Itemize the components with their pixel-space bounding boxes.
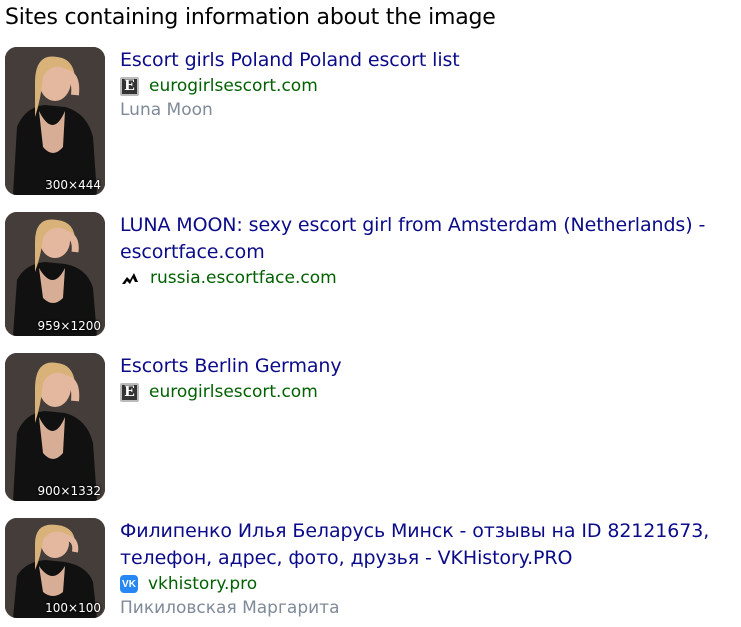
vk-favicon-icon: VK [120,575,138,593]
result-title-link[interactable]: Филипенко Илья Беларусь Минск - отзывы н… [120,518,730,572]
result-title-link[interactable]: Escort girls Poland Poland escort list [120,47,730,74]
eurogirlsescort-favicon-icon: E [120,382,139,402]
result-description: Luna Moon [120,100,213,120]
result-host-link[interactable]: eurogirlsescort.com [149,74,318,98]
result-host-link[interactable]: russia.escortface.com [150,266,337,290]
escortface-favicon-icon [120,268,140,288]
result-description: Пикиловская Маргарита [120,598,340,618]
photo-thumbnail-image [5,353,105,501]
result-thumbnail[interactable]: 959×1200 [5,212,105,336]
result-host-link[interactable]: vkhistory.pro [148,572,257,596]
result-title-link[interactable]: LUNA MOON: sexy escort girl from Amsterd… [120,212,730,266]
photo-thumbnail-image [5,47,105,195]
result-thumbnail[interactable]: 100×100 [5,518,105,618]
eurogirlsescort-favicon-icon: E [120,76,139,96]
result-thumbnail[interactable]: 900×1332 [5,353,105,501]
image-size-label: 100×100 [45,601,101,615]
result-thumbnail[interactable]: 300×444 [5,47,105,195]
image-size-label: 900×1332 [37,484,102,498]
section-title: Sites containing information about the i… [5,5,496,30]
image-size-label: 959×1200 [37,319,102,333]
result-title-link[interactable]: Escorts Berlin Germany [120,353,730,380]
photo-thumbnail-image [5,212,105,336]
result-host-link[interactable]: eurogirlsescort.com [149,380,318,404]
image-size-label: 300×444 [45,178,101,192]
